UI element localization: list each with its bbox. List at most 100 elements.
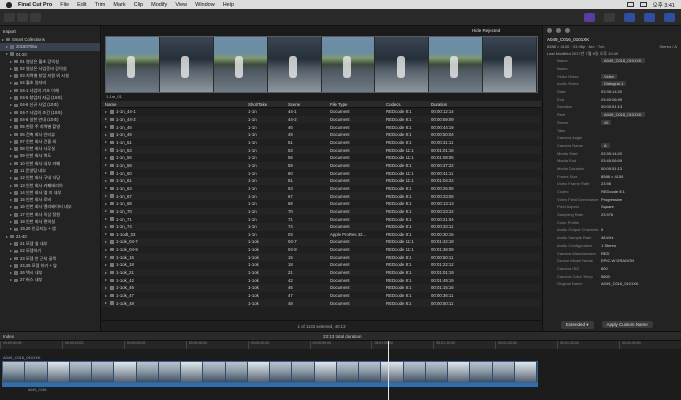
sidebar-item[interactable]: 23 모뎀 안 근처 골목	[0, 255, 100, 262]
disclosure-icon[interactable]	[105, 256, 107, 259]
apple-menu-icon[interactable]	[6, 1, 12, 8]
table-row[interactable]: 1-1n_46 1-1n 46 Document REDcode 8:1 00:00:44…	[102, 123, 541, 131]
col-name[interactable]: Name	[102, 102, 248, 107]
timeline-toggle-icon[interactable]	[644, 13, 655, 22]
disclosure-icon[interactable]	[10, 228, 12, 231]
disclosure-icon[interactable]	[10, 184, 12, 187]
disclosure-icon[interactable]	[10, 191, 12, 194]
sidebar-item[interactable]: 04-5 창업자 자금 (10초)	[0, 94, 100, 101]
disclosure-icon[interactable]	[10, 67, 12, 70]
disclosure-icon[interactable]	[105, 195, 107, 198]
sidebar-item[interactable]: 03 지역별 창업 지원 외 시설	[0, 72, 100, 79]
table-row[interactable]: 1-1ok_48 1-1ok 48 Document REDcode 8:1 00:00:…	[102, 299, 541, 308]
sidebar-item[interactable]: 18 인천 회사 편의실	[0, 218, 100, 225]
sidebar-item[interactable]: 09 인천 회사 복도	[0, 153, 100, 160]
table-row[interactable]: 1-1n_74 1-1n 74 Document REDcode 8:1 00:00:33…	[102, 222, 541, 231]
sidebar-item[interactable]: 19,20 인공지능 + 앱	[0, 226, 100, 233]
disclosure-icon[interactable]	[10, 140, 12, 143]
filmstrip[interactable]	[105, 36, 538, 93]
index-button[interactable]: Index	[3, 334, 14, 339]
disclosure-icon[interactable]	[10, 111, 12, 114]
background-tasks-icon[interactable]	[584, 13, 595, 22]
battery-icon[interactable]	[639, 2, 647, 7]
import-icon[interactable]	[4, 13, 15, 22]
sidebar-item[interactable]: 04-8 실천 안내 (10초)	[0, 116, 100, 123]
info-icon[interactable]	[565, 28, 570, 33]
disclosure-icon[interactable]	[10, 221, 12, 224]
disclosure-icon[interactable]	[10, 82, 12, 85]
disclosure-icon[interactable]	[6, 53, 8, 56]
filmstrip-frame[interactable]	[213, 37, 268, 92]
table-row[interactable]: 1-1n_67 1-1n 67 Document REDcode 8:1 00:00:23…	[102, 192, 541, 200]
table-row[interactable]: 1-1n_71 1-1n 71 Document REDcode 8:1 00:00:21…	[102, 215, 541, 223]
disclosure-icon[interactable]	[10, 97, 12, 100]
app-menu[interactable]: Final Cut Pro	[18, 2, 52, 8]
filmstrip-frame[interactable]	[159, 37, 214, 92]
sidebar-item[interactable]: 10 인천 회사 내부 카페	[0, 160, 100, 167]
disclosure-icon[interactable]	[10, 60, 12, 63]
disclosure-icon[interactable]	[10, 257, 12, 260]
metadata-value[interactable]: A	[601, 142, 610, 148]
col-type[interactable]: File Type	[330, 102, 386, 107]
disclosure-icon[interactable]	[105, 240, 107, 243]
sidebar-item[interactable]: 11 운영팀 내부	[0, 167, 100, 174]
table-row[interactable]: 1-1n_56 1-1n 56 Document REDcode 11:1 00:01:0…	[102, 154, 541, 162]
disclosure-icon[interactable]	[105, 294, 107, 297]
sidebar-item[interactable]: 15 인천 회사 로비	[0, 197, 100, 204]
filmstrip-frame[interactable]	[106, 37, 160, 92]
table-row[interactable]: 1-1n_51 1-1n 51 Document REDcode 8:1 00:00:31…	[102, 139, 541, 147]
menu-window[interactable]: Window	[195, 2, 215, 8]
disclosure-icon[interactable]	[10, 169, 12, 172]
sidebar-item[interactable]: 27 버스 내부	[0, 277, 100, 284]
sidebar-item[interactable]: 12 인천 회사 구내 식당	[0, 175, 100, 182]
metadata-value[interactable]: A049_C016_0101XK	[601, 58, 645, 64]
col-codecs[interactable]: Codecs	[386, 102, 431, 107]
metadata-value[interactable]: Video	[601, 73, 618, 79]
metadata-view-dropdown[interactable]: Extended ▾	[561, 320, 594, 329]
table-row[interactable]: 1-1ok_18 1-1ok 18 Document REDcode 8:1 00:01:…	[102, 261, 541, 269]
menu-modify[interactable]: Modify	[151, 2, 167, 8]
disclosure-icon[interactable]	[10, 155, 12, 158]
disclosure-icon[interactable]	[105, 202, 107, 205]
col-shot[interactable]: Shot/Take	[248, 102, 288, 107]
table-row[interactable]: 1-1n_63 1-1n 63 Document REDcode 8:1 00:00:26…	[102, 185, 541, 193]
audio-icon[interactable]	[556, 28, 561, 33]
table-row[interactable]: 1-1ok_15 1-1ok 15 Document REDcode 8:1 00:00:…	[102, 253, 541, 262]
menu-mark[interactable]: Mark	[113, 2, 125, 8]
table-row[interactable]: 1-1n_68 1-1n 68 Document REDcode 8:1 00:00:13…	[102, 200, 541, 208]
disclosure-icon[interactable]	[105, 179, 107, 182]
disclosure-icon[interactable]	[10, 89, 12, 92]
apply-custom-name-button[interactable]: Apply Custom Name	[601, 321, 653, 328]
sidebar-item[interactable]: 06 건축 회사 인터뷰	[0, 131, 100, 138]
menubar-clock[interactable]: 오후 3:41	[653, 1, 675, 9]
disclosure-icon[interactable]	[105, 118, 107, 121]
table-row[interactable]: 1-1ok_04-7 1-1ok 04-7 Document REDcode 11:1 0…	[102, 238, 541, 246]
sidebar-item[interactable]: 08 인천 회사 사무실	[0, 145, 100, 152]
disclosure-icon[interactable]	[10, 250, 12, 253]
sidebar-item[interactable]: 04-7 사업의 조건 (10초)	[0, 109, 100, 116]
share-icon[interactable]	[604, 13, 615, 22]
sidebar-item[interactable]: 04-6 신규 사업 (10초)	[0, 102, 100, 109]
menu-help[interactable]: Help	[223, 2, 234, 8]
disclosure-icon[interactable]	[10, 213, 12, 216]
disclosure-icon[interactable]	[10, 272, 12, 275]
disclosure-icon[interactable]	[10, 75, 12, 78]
table-row[interactable]: 1-1n_44-1 1-1n 44-1 Document REDcode 8:1 00:0…	[102, 108, 541, 116]
sidebar-item[interactable]: 14 인천 회사 옆 지 내부	[0, 189, 100, 196]
table-row[interactable]: 1-1n_70 1-1n 70 Document REDcode 8:1 00:00:23…	[102, 207, 541, 216]
disclosure-icon[interactable]	[105, 126, 107, 129]
sidebar-item[interactable]: 04 월초 일자리	[0, 80, 100, 87]
table-row[interactable]: 1-1ok_04-9 1-1ok 04-9 Document REDcode 11:1 0…	[102, 246, 541, 254]
timeline-ruler[interactable]: 00:00:00:00 00:00:10:00 00:00:20:00 00:00:3…	[0, 341, 681, 349]
disclosure-icon[interactable]	[105, 279, 107, 282]
filmstrip-frame[interactable]	[321, 37, 376, 92]
sidebar-item[interactable]: 01 영상은 월초 강의실	[0, 58, 100, 65]
sidebar-item[interactable]: 22 모뎀하기	[0, 248, 100, 255]
disclosure-icon[interactable]	[10, 264, 12, 267]
sidebar-item[interactable]: 01-20	[0, 51, 100, 58]
keyword-icon[interactable]	[17, 13, 28, 22]
col-scene[interactable]: Scene	[288, 102, 330, 107]
disclosure-icon[interactable]	[105, 286, 107, 289]
sidebar-item[interactable]: 16 인천 회사 엘리베이터 내부	[0, 204, 100, 211]
disclosure-icon[interactable]	[10, 242, 12, 245]
